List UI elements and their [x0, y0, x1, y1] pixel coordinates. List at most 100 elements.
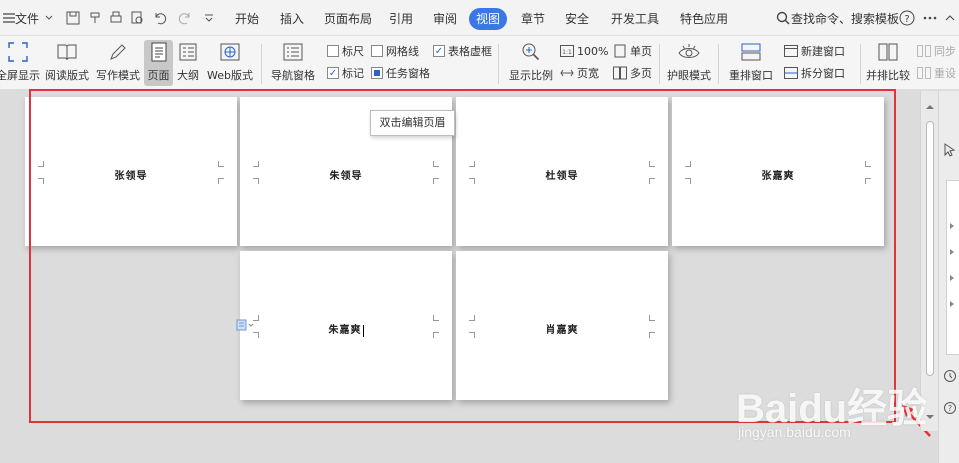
help-circle-icon[interactable]: ?: [943, 401, 957, 415]
sync-icon: [917, 44, 931, 58]
divider: [860, 44, 861, 84]
zoom-icon: [519, 40, 543, 64]
multi-page-button[interactable]: 多页: [613, 64, 652, 82]
customize-toolbar-icon[interactable]: [200, 9, 218, 27]
document-page[interactable]: 朱嘉爽: [240, 251, 452, 400]
undo-icon[interactable]: [151, 9, 169, 27]
new-window-button[interactable]: 新建窗口: [784, 42, 845, 60]
task-pane-checkbox[interactable]: 任务窗格: [371, 64, 430, 82]
page-header-text[interactable]: 杜领导: [456, 167, 668, 182]
page-header-text[interactable]: 张嘉爽: [672, 167, 884, 182]
split-window-button[interactable]: 拆分窗口: [784, 64, 845, 82]
navigation-pane-button[interactable]: 导航窗格: [267, 40, 319, 86]
header-options-icon[interactable]: [236, 318, 256, 332]
tab-page-layout[interactable]: 页面布局: [324, 10, 372, 28]
ruler-check-box[interactable]: [327, 45, 339, 57]
side-by-side-icon: [876, 40, 900, 64]
document-page[interactable]: 杜领导: [456, 97, 668, 246]
save-icon[interactable]: [64, 9, 82, 27]
divider: [498, 44, 499, 84]
zoom-button[interactable]: 显示比例: [508, 40, 554, 86]
expand-arrow-icon[interactable]: [949, 271, 955, 285]
new-window-icon: [784, 44, 798, 58]
page-header-text[interactable]: 肖嘉爽: [456, 321, 668, 336]
more-options-icon[interactable]: [921, 9, 939, 27]
eye-mode-button[interactable]: 护眼模式: [665, 40, 713, 86]
page-header-editing[interactable]: 朱嘉爽: [240, 321, 452, 337]
menu-bar: 文件 开始 插入 页面布局 引用 审阅 视图 章节 安全 开发工具 特色应用 查…: [0, 0, 959, 36]
side-by-side-button[interactable]: 并排比较: [864, 40, 912, 86]
gridlines-check-box[interactable]: [371, 45, 383, 57]
divider: [718, 44, 719, 84]
text-cursor: [362, 324, 364, 337]
search-icon[interactable]: [774, 9, 792, 27]
reset-icon: [917, 66, 931, 80]
write-mode-button[interactable]: 写作模式: [95, 40, 141, 86]
page-header-text[interactable]: 朱领导: [240, 167, 452, 182]
tab-review[interactable]: 审阅: [433, 10, 457, 28]
cursor-icon[interactable]: [943, 143, 957, 157]
scroll-down-icon[interactable]: [925, 409, 935, 423]
multi-page-icon: [613, 66, 627, 80]
ribbon: 全屏显示 阅读版式 写作模式 页面 大纲 Web版式 导航窗格 标尺 网格线 ✓…: [0, 36, 959, 90]
fullscreen-button[interactable]: 全屏显示: [0, 40, 40, 86]
command-search[interactable]: 查找命令、搜索模板: [791, 10, 899, 28]
tab-insert[interactable]: 插入: [280, 10, 304, 28]
header-edit-tooltip: 双击编辑页眉: [370, 110, 455, 136]
marks-checkbox[interactable]: ✓ 标记: [327, 64, 364, 82]
page-width-icon: [560, 66, 574, 80]
print-preview-icon[interactable]: [128, 9, 146, 27]
check-icon[interactable]: ✓: [433, 45, 445, 57]
svg-text:?: ?: [948, 404, 952, 413]
help-icon[interactable]: ?: [898, 9, 916, 27]
tab-view[interactable]: 视图: [469, 8, 507, 30]
divider: [659, 44, 660, 84]
scrollbar-thumb[interactable]: [926, 121, 934, 376]
chevron-down-icon[interactable]: [40, 9, 58, 27]
history-icon[interactable]: [943, 369, 957, 383]
document-page[interactable]: 肖嘉爽: [456, 251, 668, 400]
web-view-button[interactable]: Web版式: [205, 40, 255, 86]
task-pane-strip[interactable]: [946, 180, 959, 355]
outline-icon: [176, 40, 200, 64]
ruler-checkbox[interactable]: 标尺: [327, 42, 364, 60]
redo-icon[interactable]: [176, 9, 194, 27]
zoom-100-icon: 1:1: [560, 44, 574, 58]
arrange-windows-icon: [739, 40, 763, 64]
reset-position-button[interactable]: 重设: [917, 64, 956, 82]
page-header-text[interactable]: 张领导: [25, 167, 237, 182]
print-icon[interactable]: [107, 9, 125, 27]
tab-special-apps[interactable]: 特色应用: [680, 10, 728, 28]
read-mode-button[interactable]: 阅读版式: [43, 40, 91, 86]
document-page[interactable]: 张领导: [25, 97, 237, 246]
gridlines-checkbox[interactable]: 网格线: [371, 42, 419, 60]
collapse-ribbon-icon[interactable]: [941, 9, 959, 27]
tab-developer[interactable]: 开发工具: [611, 10, 659, 28]
document-page[interactable]: 张嘉爽: [672, 97, 884, 246]
zoom-100-button[interactable]: 1:1 100%: [560, 42, 608, 60]
expand-arrow-icon[interactable]: [949, 245, 955, 259]
vertical-scrollbar[interactable]: [920, 91, 938, 431]
file-menu[interactable]: 文件: [15, 10, 39, 28]
filled-check-box[interactable]: [371, 67, 383, 79]
tab-home[interactable]: 开始: [235, 10, 259, 28]
tab-references[interactable]: 引用: [389, 10, 413, 28]
svg-text:?: ?: [904, 14, 909, 25]
single-page-button[interactable]: 单页: [613, 42, 652, 60]
sync-scroll-button[interactable]: 同步: [917, 42, 956, 60]
table-gridlines-checkbox[interactable]: ✓ 表格虚框: [433, 42, 492, 60]
tab-security[interactable]: 安全: [565, 10, 589, 28]
check-icon[interactable]: ✓: [327, 67, 339, 79]
expand-arrow-icon[interactable]: [949, 219, 955, 233]
page-width-button[interactable]: 页宽: [560, 64, 599, 82]
arrange-windows-button[interactable]: 重排窗口: [724, 40, 778, 86]
eye-icon: [677, 40, 701, 64]
tab-chapter[interactable]: 章节: [521, 10, 545, 28]
format-painter-icon[interactable]: [86, 9, 104, 27]
page-icon: [147, 40, 171, 64]
page-view-button[interactable]: 页面: [144, 40, 173, 86]
navigation-pane-icon: [281, 40, 305, 64]
outline-button[interactable]: 大纲: [176, 40, 200, 86]
expand-arrow-icon[interactable]: [949, 297, 955, 311]
scroll-up-icon[interactable]: [925, 99, 935, 113]
